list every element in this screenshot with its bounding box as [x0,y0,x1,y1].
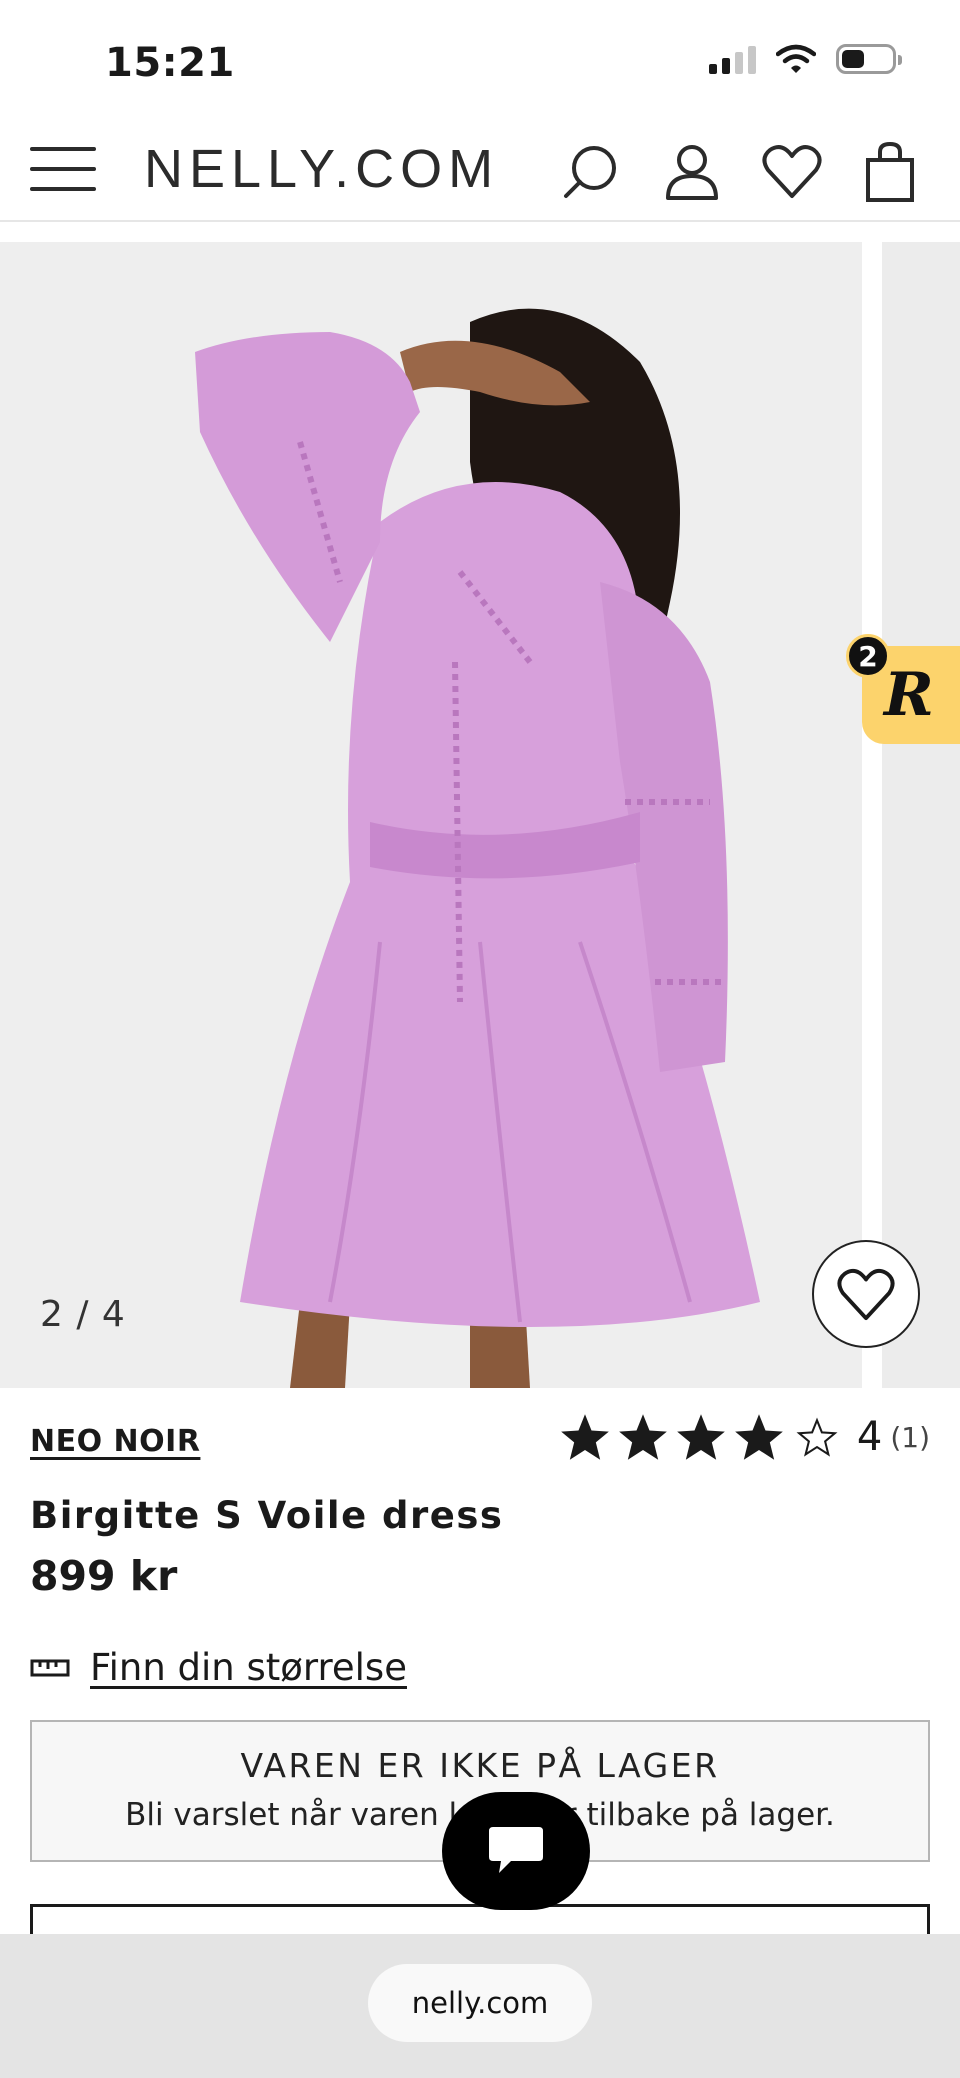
rating-stars [559,1412,843,1462]
rating-count: (1) [890,1420,930,1454]
star-empty-icon [796,1417,838,1457]
star-filled-icon [619,1414,667,1460]
reviews-widget-logo: R [884,660,934,730]
cart-icon[interactable] [858,140,922,204]
wifi-icon [776,44,816,73]
product-page: 15:21 NELLY.COM 2 / 4 R 2 NEO NOIR 4 (1)… [0,0,960,2078]
rating-value: 4 [856,1414,883,1460]
status-bar: 15:21 [0,0,960,120]
add-to-wishlist-button[interactable] [812,1240,920,1348]
size-guide-label: Finn din størrelse [90,1646,407,1689]
product-image[interactable] [0,242,862,1388]
chat-bubble-icon [489,1827,543,1873]
site-header: NELLY.COM [0,120,960,222]
chat-button[interactable] [442,1792,590,1910]
star-filled-icon [677,1414,725,1460]
search-icon[interactable] [558,140,622,204]
battery-icon [836,44,902,74]
brand-link[interactable]: NEO NOIR [30,1424,200,1459]
reviews-widget-count: 2 [846,634,890,678]
product-rating[interactable]: 4 (1) [559,1412,930,1462]
gallery-divider [862,242,882,1388]
heart-icon [837,1268,895,1321]
size-guide-link[interactable]: Finn din størrelse [30,1646,407,1689]
dress-photo-illustration [0,242,862,1388]
site-logo[interactable]: NELLY.COM [144,138,499,200]
status-time: 15:21 [105,40,235,86]
wishlist-icon[interactable] [760,140,824,204]
product-price: 899 kr [30,1552,178,1600]
account-icon[interactable] [660,140,724,204]
browser-bottom-bar: nelly.com [0,1934,960,2078]
star-filled-icon [561,1414,609,1460]
star-filled-icon [735,1414,783,1460]
status-icons [709,44,902,74]
ruler-icon [30,1659,70,1676]
image-counter: 2 / 4 [40,1294,126,1335]
next-product-image[interactable] [882,242,960,1388]
browser-url-pill[interactable]: nelly.com [368,1964,592,2042]
product-gallery[interactable]: 2 / 4 R 2 [0,242,960,1388]
menu-icon[interactable] [30,144,96,194]
cellular-signal-icon [709,44,756,74]
out-of-stock-title: VAREN ER IKKE PÅ LAGER [240,1746,720,1785]
product-title: Birgitte S Voile dress [30,1494,504,1537]
